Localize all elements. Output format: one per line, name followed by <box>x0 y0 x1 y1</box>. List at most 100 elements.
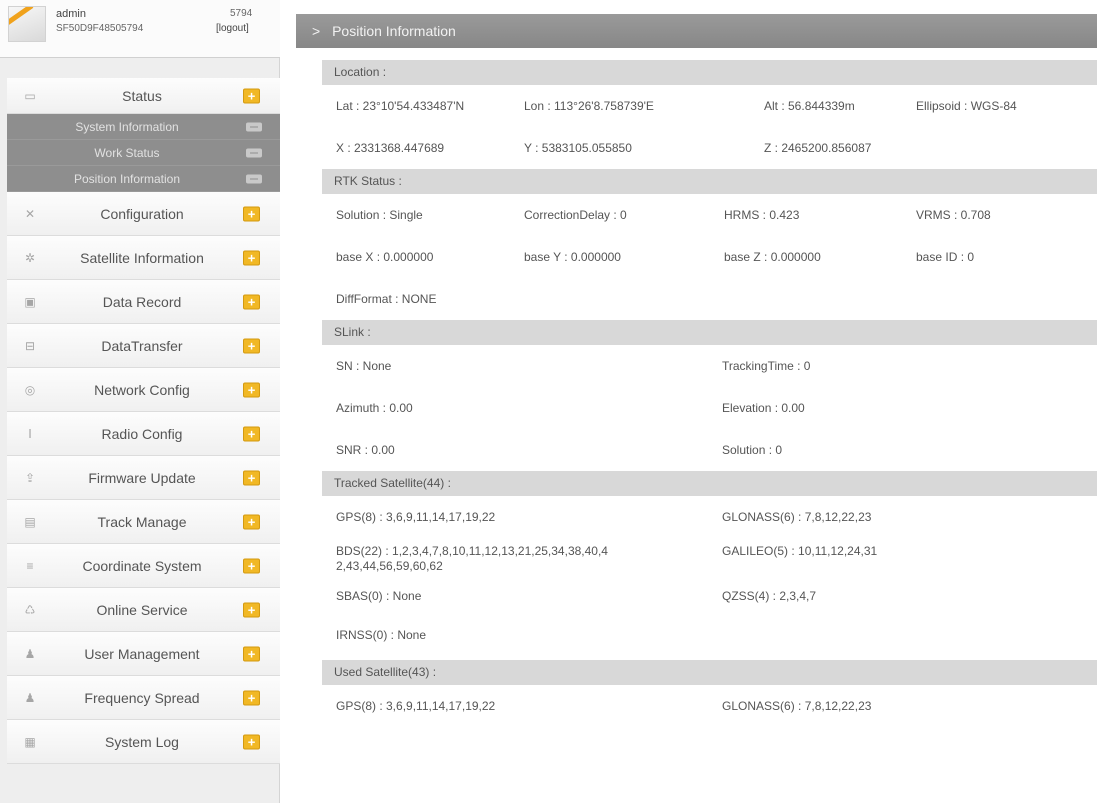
upload-icon: ⇪ <box>24 470 36 485</box>
log-icon: ▦ <box>24 734 36 749</box>
menu-item-label: Network Config <box>94 381 190 398</box>
avatar <box>8 6 46 42</box>
base-x: base X : 0.000000 <box>336 250 434 264</box>
tracked-sbas: SBAS(0) : None <box>336 589 422 603</box>
used-row-1: GPS(8) : 3,6,9,11,14,17,19,22 GLONASS(6)… <box>322 685 1097 727</box>
menu-item-label: User Management <box>84 645 200 662</box>
collapse-icon <box>246 174 262 183</box>
device-serial: SF50D9F48505794 <box>56 23 144 34</box>
menu-item-network-config[interactable]: ◎ Network Config + <box>7 368 280 412</box>
menu-item-label: System Log <box>105 733 179 750</box>
menu-item-label: DataTransfer <box>101 337 183 354</box>
service-icon: ♺ <box>24 602 36 617</box>
position-info-panel: Location : Lat : 23°10'54.433487'N Lon :… <box>322 60 1097 727</box>
expand-icon[interactable]: + <box>243 602 260 617</box>
tracked-irnss: IRNSS(0) : None <box>336 628 427 642</box>
diff-format: DiffFormat : NONE <box>336 292 437 306</box>
collapse-icon <box>246 122 262 131</box>
submenu-item-label: Position Information <box>73 171 181 186</box>
menu-item-user-management[interactable]: ♟ User Management + <box>7 632 280 676</box>
expand-icon[interactable]: + <box>243 426 260 441</box>
tracked-gps: GPS(8) : 3,6,9,11,14,17,19,22 <box>336 510 496 524</box>
rtk-row-1: Solution : Single CorrectionDelay : 0 HR… <box>322 194 1097 236</box>
user-panel: admin SF50D9F48505794 5794 [logout] <box>0 0 280 58</box>
slink-azimuth: Azimuth : 0.00 <box>336 401 413 415</box>
transfer-icon: ⊟ <box>24 338 36 353</box>
menu-item-label: Online Service <box>96 601 188 618</box>
device-code: 5794 <box>230 8 253 19</box>
base-y: base Y : 0.000000 <box>524 250 621 264</box>
record-icon: ▣ <box>24 294 36 309</box>
radio-icon: Ⅰ <box>28 426 32 441</box>
section-location-heading: Location : <box>322 60 1097 85</box>
tracked-row-1: GPS(8) : 3,6,9,11,14,17,19,22 GLONASS(6)… <box>322 496 1097 538</box>
menu-item-label: Firmware Update <box>88 469 196 486</box>
menu-item-label: Coordinate System <box>82 557 202 574</box>
expand-icon[interactable]: + <box>243 338 260 353</box>
expand-icon[interactable]: + <box>243 250 260 265</box>
expand-icon[interactable]: + <box>243 206 260 221</box>
track-icon: ▤ <box>24 514 36 529</box>
side-menu: ▭ Status + System Information Work Statu… <box>7 78 280 764</box>
correction-delay: CorrectionDelay : 0 <box>524 208 627 222</box>
expand-icon[interactable]: + <box>243 558 260 573</box>
menu-item-track-manage[interactable]: ▤ Track Manage + <box>7 500 280 544</box>
menu-item-firmware-update[interactable]: ⇪ Firmware Update + <box>7 456 280 500</box>
menu-item-label: Radio Config <box>101 425 183 442</box>
menu-item-system-log[interactable]: ▦ System Log + <box>7 720 280 764</box>
submenu-item-position-information[interactable]: Position Information <box>7 166 280 192</box>
logout-link[interactable]: [logout] <box>216 23 249 34</box>
menu-item-frequency-spread[interactable]: ♟ Frequency Spread + <box>7 676 280 720</box>
menu-item-label: Data Record <box>102 293 182 310</box>
tracked-row-4: IRNSS(0) : None <box>322 610 1097 660</box>
menu-item-coordinate-system[interactable]: ≡ Coordinate System + <box>7 544 280 588</box>
used-glonass: GLONASS(6) : 7,8,12,22,23 <box>722 699 872 713</box>
expand-icon[interactable]: + <box>243 294 260 309</box>
menu-item-configuration[interactable]: ✕ Configuration + <box>7 192 280 236</box>
tracked-row-2: BDS(22) : 1,2,3,4,7,8,10,11,12,13,21,25,… <box>322 538 1097 582</box>
page-header: > Position Information <box>296 14 1097 48</box>
menu-item-satellite-information[interactable]: ✲ Satellite Information + <box>7 236 280 280</box>
expand-icon[interactable]: + <box>243 734 260 749</box>
tools-icon: ✕ <box>24 206 36 221</box>
page-title: Position Information <box>332 23 456 39</box>
tracked-row-3: SBAS(0) : None QZSS(4) : 2,3,4,7 <box>322 582 1097 610</box>
menu-item-online-service[interactable]: ♺ Online Service + <box>7 588 280 632</box>
coordinate-icon: ≡ <box>26 558 34 573</box>
menu-item-label: Satellite Information <box>80 249 204 266</box>
tracked-glonass: GLONASS(6) : 7,8,12,22,23 <box>722 510 872 524</box>
submenu-item-work-status[interactable]: Work Status <box>7 140 280 166</box>
expand-icon[interactable]: + <box>243 470 260 485</box>
tracked-qzss: QZSS(4) : 2,3,4,7 <box>722 589 817 603</box>
y-value: Y : 5383105.055850 <box>524 141 632 155</box>
latitude-value: Lat : 23°10'54.433487'N <box>336 99 465 113</box>
menu-item-radio-config[interactable]: Ⅰ Radio Config + <box>7 412 280 456</box>
tracked-bds: BDS(22) : 1,2,3,4,7,8,10,11,12,13,21,25,… <box>336 544 608 573</box>
expand-icon[interactable]: + <box>243 646 260 661</box>
expand-icon[interactable]: + <box>243 690 260 705</box>
hrms-value: HRMS : 0.423 <box>724 208 800 222</box>
expand-icon[interactable]: + <box>243 88 260 103</box>
submenu-item-system-information[interactable]: System Information <box>7 114 280 140</box>
slink-row-2: Azimuth : 0.00 Elevation : 0.00 <box>322 387 1097 429</box>
section-rtk-heading: RTK Status : <box>322 169 1097 194</box>
slink-tracking-time: TrackingTime : 0 <box>722 359 811 373</box>
tracked-galileo: GALILEO(5) : 10,11,12,24,31 <box>722 544 878 558</box>
location-row-geodetic: Lat : 23°10'54.433487'N Lon : 113°26'8.7… <box>322 85 1097 127</box>
expand-icon[interactable]: + <box>243 382 260 397</box>
altitude-value: Alt : 56.844339m <box>764 99 855 113</box>
menu-item-datatransfer[interactable]: ⊟ DataTransfer + <box>7 324 280 368</box>
expand-icon[interactable]: + <box>243 514 260 529</box>
menu-item-data-record[interactable]: ▣ Data Record + <box>7 280 280 324</box>
section-slink-heading: SLink : <box>322 320 1097 345</box>
satellite-icon: ✲ <box>24 250 36 265</box>
base-z: base Z : 0.000000 <box>724 250 821 264</box>
x-value: X : 2331368.447689 <box>336 141 445 155</box>
slink-row-1: SN : None TrackingTime : 0 <box>322 345 1097 387</box>
menu-item-label: Track Manage <box>97 513 187 530</box>
ellipsoid-value: Ellipsoid : WGS-84 <box>916 99 1017 113</box>
rtk-row-2: base X : 0.000000 base Y : 0.000000 base… <box>322 236 1097 278</box>
submenu-item-label: Work Status <box>94 145 160 160</box>
section-tracked-satellite-heading: Tracked Satellite(44) : <box>322 471 1097 496</box>
menu-item-status[interactable]: ▭ Status + <box>7 78 280 114</box>
